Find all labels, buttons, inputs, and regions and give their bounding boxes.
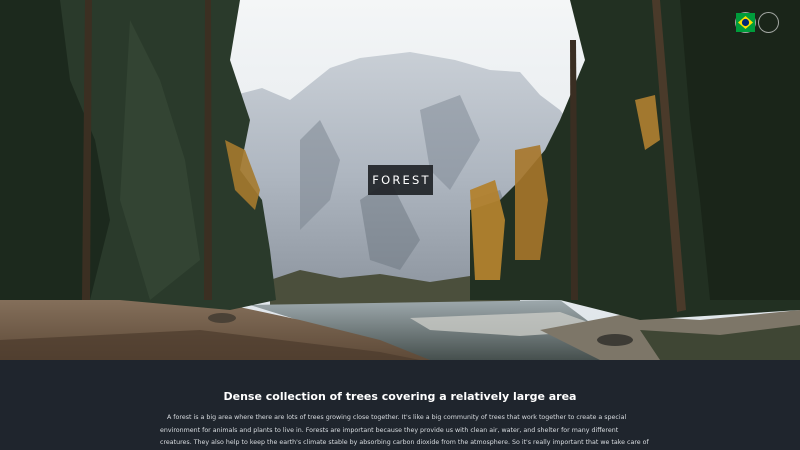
section-heading: Dense collection of trees covering a rel… — [223, 390, 577, 403]
hero-section: FOREST — [0, 0, 800, 360]
language-switcher — [736, 13, 778, 32]
hero-title: FOREST — [368, 165, 433, 195]
content-section: Dense collection of trees covering a rel… — [0, 360, 800, 450]
section-body-text: A forest is a big area where there are l… — [160, 414, 649, 446]
portuguese-flag-icon[interactable] — [736, 13, 778, 32]
